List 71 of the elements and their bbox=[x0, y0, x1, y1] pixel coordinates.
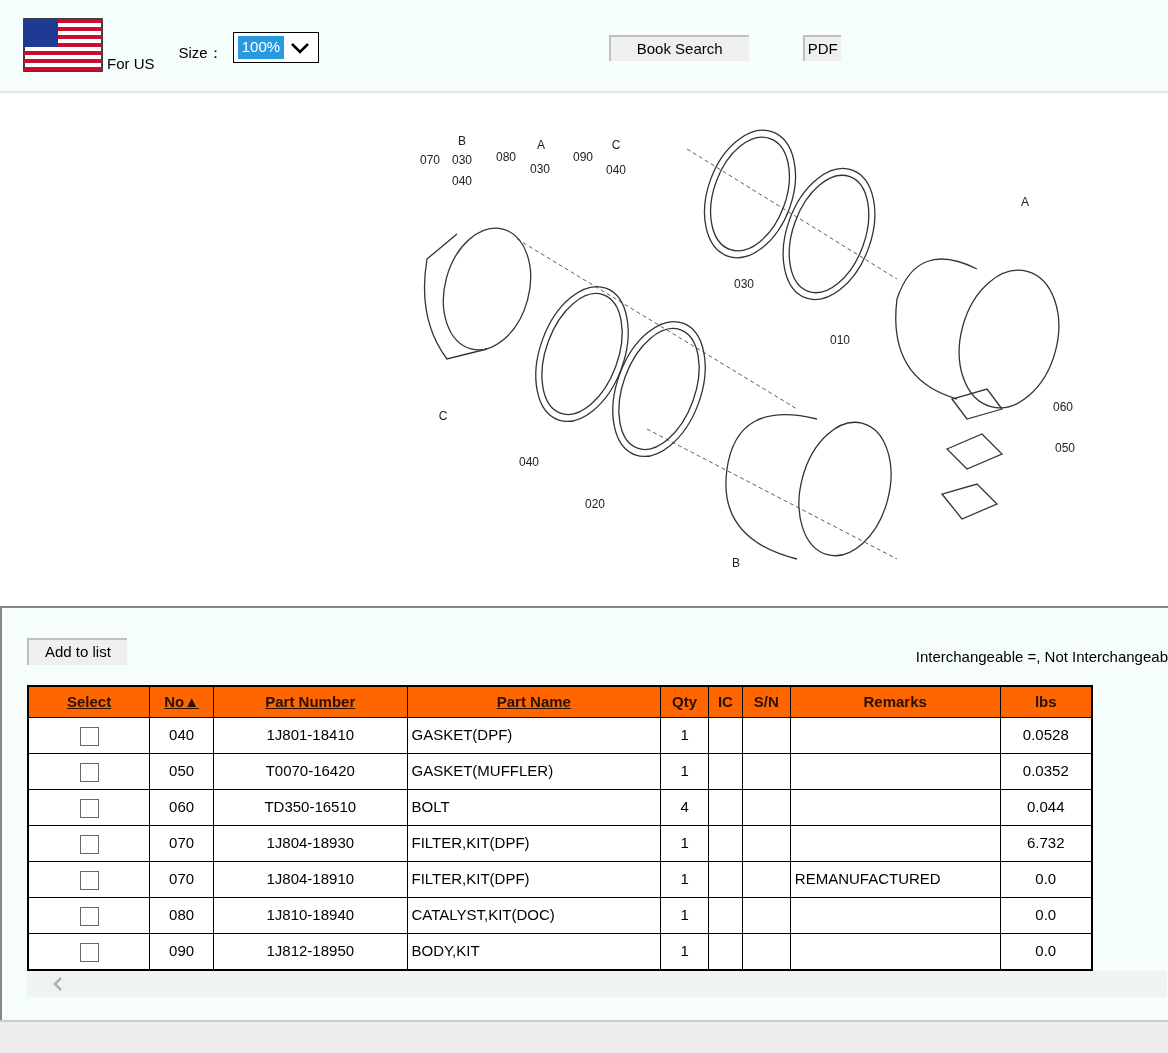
callout-label: 080 bbox=[496, 150, 516, 164]
table-cell: 1J810-18940 bbox=[213, 897, 407, 934]
callout-label: 070 bbox=[420, 153, 440, 167]
row-checkbox[interactable] bbox=[79, 906, 99, 926]
table-cell: 1 bbox=[660, 897, 709, 934]
size-select[interactable]: 100% bbox=[232, 32, 319, 63]
add-to-list-button[interactable]: Add to list bbox=[27, 638, 127, 665]
table-cell: 070 bbox=[149, 825, 214, 862]
table-cell: 040 bbox=[149, 717, 214, 754]
table-cell: 1 bbox=[660, 753, 709, 790]
table-cell: GASKET(MUFFLER) bbox=[407, 753, 661, 790]
column-header[interactable]: No▲ bbox=[149, 685, 214, 718]
table-cell: GASKET(DPF) bbox=[407, 717, 661, 754]
callout-label: 040 bbox=[452, 174, 472, 188]
row-checkbox[interactable] bbox=[79, 726, 99, 746]
table-cell: FILTER,KIT(DPF) bbox=[407, 861, 661, 898]
table-cell: TD350-16510 bbox=[213, 789, 407, 826]
row-checkbox[interactable] bbox=[79, 870, 99, 890]
pdf-button[interactable]: PDF bbox=[802, 35, 841, 61]
table-cell: 1J801-18410 bbox=[213, 717, 407, 754]
callout-label: 030 bbox=[452, 153, 472, 167]
callout-label: 030 bbox=[734, 277, 754, 291]
column-header: S/N bbox=[742, 685, 791, 718]
table-cell: 1 bbox=[660, 861, 709, 898]
column-header[interactable]: Part Number bbox=[213, 685, 407, 718]
column-header: lbs bbox=[1000, 685, 1092, 718]
horizontal-scrollbar[interactable] bbox=[27, 970, 1167, 997]
table-cell: 1J804-18910 bbox=[213, 861, 407, 898]
chevron-down-icon bbox=[290, 41, 311, 54]
callout-label: B bbox=[732, 556, 740, 570]
column-header: IC bbox=[708, 685, 743, 718]
table-cell: 1 bbox=[660, 717, 709, 754]
row-checkbox[interactable] bbox=[79, 834, 99, 854]
size-label: Size： bbox=[178, 43, 223, 63]
callout-label: C bbox=[438, 409, 448, 423]
table-cell: 4 bbox=[660, 789, 709, 826]
table-cell: 1J804-18930 bbox=[213, 825, 407, 862]
table-cell: REMANUFACTURED bbox=[794, 870, 941, 888]
flag-caption: For US bbox=[107, 53, 155, 74]
column-header: Remarks bbox=[790, 685, 1001, 718]
chevron-left-icon bbox=[53, 975, 63, 992]
column-header[interactable]: Select bbox=[28, 685, 150, 718]
callout-label: A bbox=[1021, 195, 1029, 209]
callout-label: B bbox=[458, 134, 466, 148]
callout-label: A bbox=[537, 138, 545, 152]
table-cell: CATALYST,KIT(DOC) bbox=[407, 897, 661, 934]
row-checkbox[interactable] bbox=[79, 798, 99, 818]
callout-label: C bbox=[611, 138, 621, 152]
callout-label: 060 bbox=[1053, 400, 1073, 414]
row-checkbox[interactable] bbox=[79, 942, 99, 962]
callout-label: 040 bbox=[519, 455, 539, 469]
column-header[interactable]: Part Name bbox=[407, 685, 661, 718]
callout-label: 050 bbox=[1055, 441, 1075, 455]
table-cell: T0070-16420 bbox=[213, 753, 407, 790]
book-search-button[interactable]: Book Search bbox=[608, 35, 749, 61]
us-flag-icon bbox=[23, 18, 103, 72]
table-cell: 050 bbox=[149, 753, 214, 790]
interchangeable-legend: Interchangeable =, Not Interchangeab bbox=[915, 646, 1168, 669]
table-cell: 070 bbox=[149, 861, 214, 898]
table-cell: 1 bbox=[660, 825, 709, 862]
row-checkbox[interactable] bbox=[79, 762, 99, 782]
callout-label: 010 bbox=[830, 333, 850, 347]
callout-label: 030 bbox=[530, 162, 550, 176]
table-cell: FILTER,KIT(DPF) bbox=[407, 825, 661, 862]
callout-label: 040 bbox=[606, 163, 626, 177]
column-header: Qty bbox=[660, 685, 709, 718]
table-cell: BOLT bbox=[407, 789, 661, 826]
table-cell: 060 bbox=[149, 789, 214, 826]
table-cell: 080 bbox=[149, 897, 214, 934]
callout-label: 020 bbox=[585, 497, 605, 511]
callout-label: 090 bbox=[573, 150, 593, 164]
